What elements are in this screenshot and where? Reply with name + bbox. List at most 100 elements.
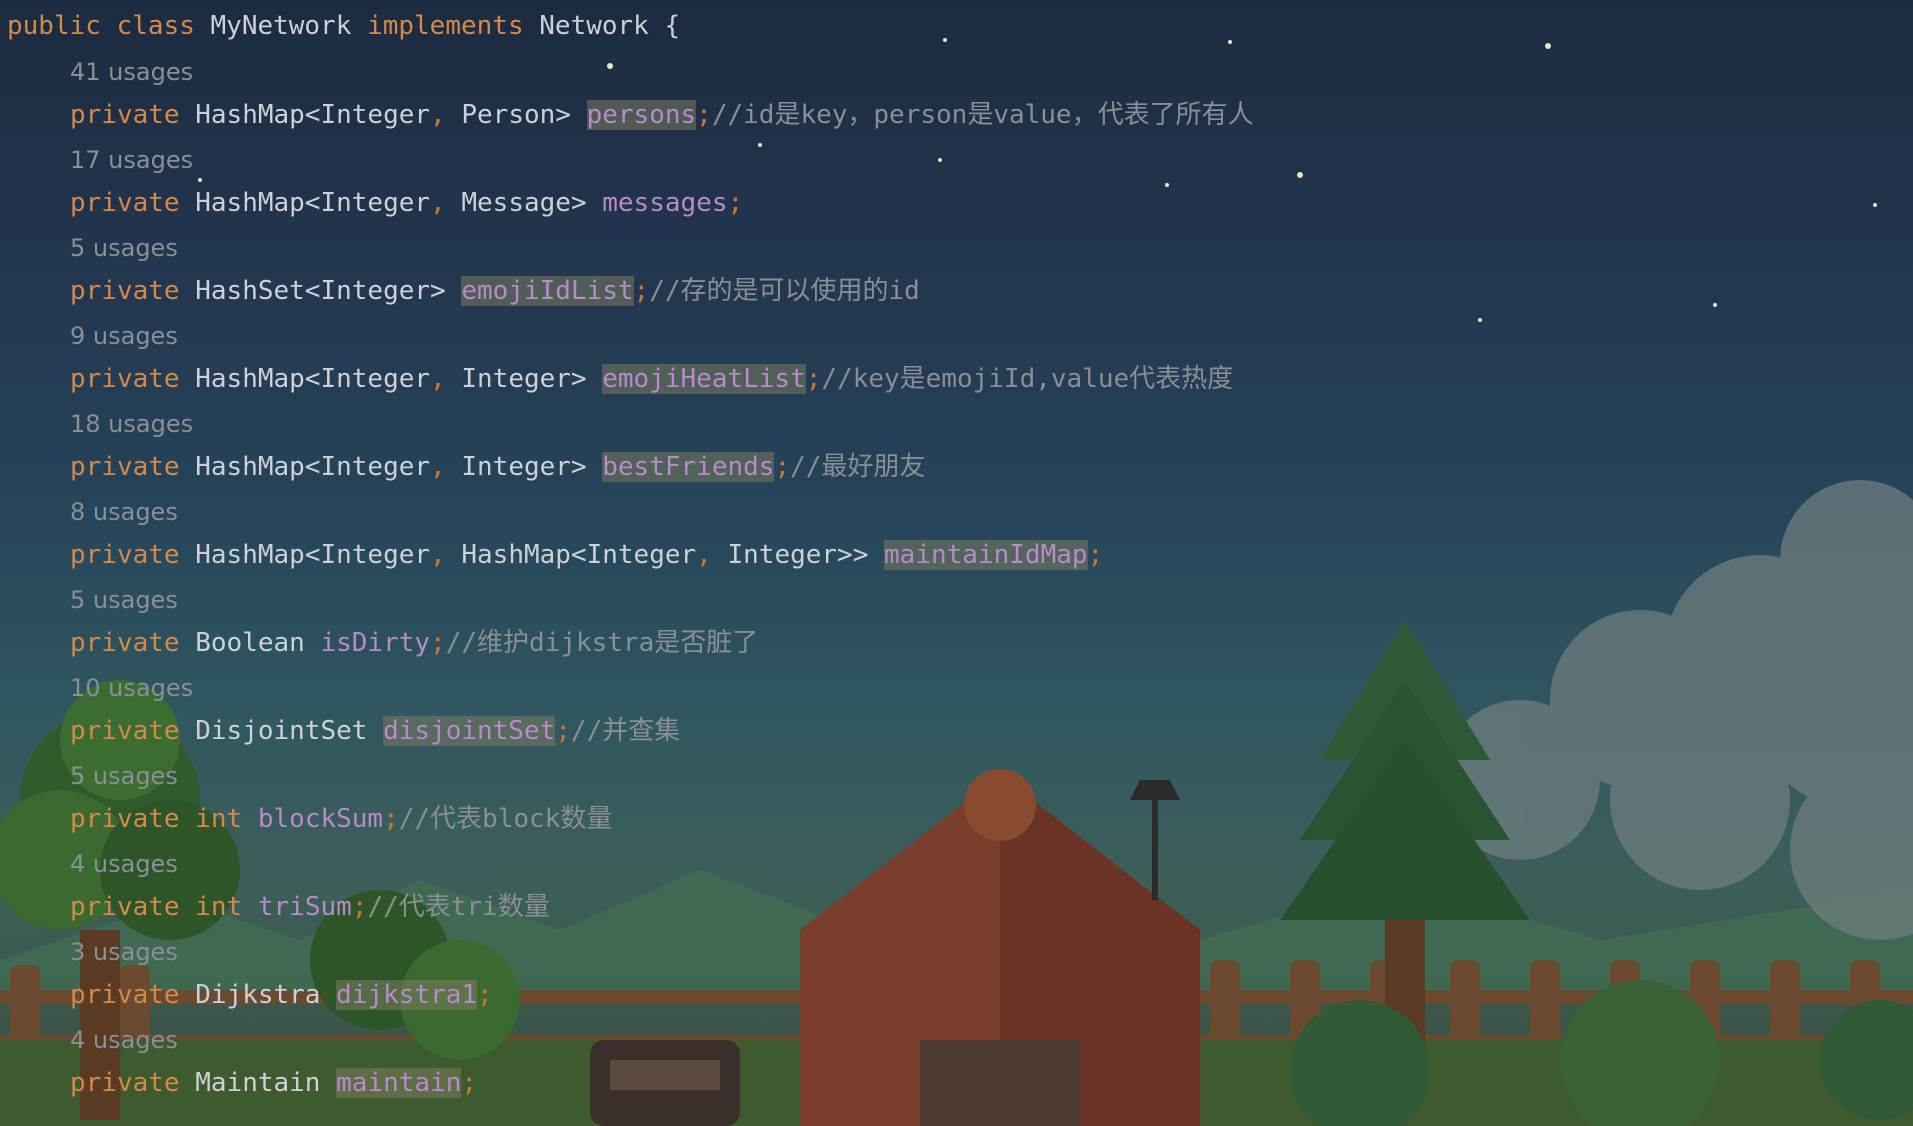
field-name[interactable]: emojiIdList <box>461 276 634 306</box>
class-name[interactable]: MyNetwork <box>211 11 352 41</box>
field-type: HashMap<Integer <box>195 100 431 130</box>
field-type: DisjointSet <box>195 716 368 746</box>
field-type: int <box>195 892 243 922</box>
comment: //id是key，person是value，代表了所有人 <box>711 100 1254 130</box>
semicolon: ; <box>696 100 712 130</box>
class-declaration-line[interactable]: public class MyNetwork implements Networ… <box>7 4 680 48</box>
usages-hint[interactable]: 4 usages <box>70 844 178 884</box>
modifier: private <box>70 892 180 922</box>
field-name[interactable]: dijkstra1 <box>336 980 478 1010</box>
comment: //代表tri数量 <box>367 892 550 922</box>
field-name[interactable]: isDirty <box>320 628 430 658</box>
semicolon: ; <box>477 980 493 1010</box>
field-name[interactable]: bestFriends <box>602 452 775 482</box>
field-line[interactable]: private DisjointSet disjointSet;//并查集 <box>70 709 680 753</box>
field-type: Person> <box>461 100 571 130</box>
type-comma: , <box>430 540 446 570</box>
modifier: private <box>70 628 180 658</box>
keyword-class: class <box>116 11 195 41</box>
type-comma: , <box>430 188 446 218</box>
type-comma: , <box>430 364 446 394</box>
modifier: private <box>70 100 180 130</box>
field-type: Maintain <box>195 1068 321 1098</box>
field-line[interactable]: private int blockSum;//代表block数量 <box>70 797 612 841</box>
field-type: HashMap<Integer <box>195 540 431 570</box>
field-line[interactable]: private HashMap<Integer, Integer> bestFr… <box>70 445 925 489</box>
comment: //并查集 <box>570 716 681 746</box>
semicolon: ; <box>727 188 744 218</box>
field-type: int <box>195 804 243 834</box>
semicolon: ; <box>430 628 446 658</box>
field-type: Integer> <box>461 364 587 394</box>
interface-name[interactable]: Network <box>539 11 649 41</box>
field-name[interactable]: emojiHeatList <box>602 364 806 394</box>
semicolon: ; <box>774 452 791 482</box>
usages-hint[interactable]: 5 usages <box>70 580 178 620</box>
field-type: Boolean <box>195 628 305 658</box>
modifier: private <box>70 980 180 1010</box>
field-type: Dijkstra <box>195 980 321 1010</box>
usages-hint[interactable]: 10 usages <box>70 668 193 708</box>
modifier: private <box>70 804 180 834</box>
usages-hint[interactable]: 5 usages <box>70 228 178 268</box>
field-name[interactable]: messages <box>602 188 727 218</box>
field-line[interactable]: private HashMap<Integer, HashMap<Integer… <box>70 533 1103 577</box>
field-line[interactable]: private Dijkstra dijkstra1; <box>70 973 493 1017</box>
semicolon: ; <box>1087 540 1104 570</box>
field-line[interactable]: private Boolean isDirty;//维护dijkstra是否脏了 <box>70 621 758 665</box>
semicolon: ; <box>461 1068 478 1098</box>
field-line[interactable]: private HashMap<Integer, Message> messag… <box>70 181 743 225</box>
field-type: Integer> <box>461 452 587 482</box>
type-comma: , <box>696 540 712 570</box>
field-name[interactable]: persons <box>586 100 697 130</box>
modifier: private <box>70 364 180 394</box>
usages-hint[interactable]: 4 usages <box>70 1020 178 1060</box>
modifier: private <box>70 276 180 306</box>
usages-hint[interactable]: 41 usages <box>70 52 193 92</box>
open-brace: { <box>664 11 681 41</box>
field-name[interactable]: triSum <box>258 892 352 922</box>
usages-hint[interactable]: 17 usages <box>70 140 193 180</box>
semicolon: ; <box>383 804 399 834</box>
comment: //最好朋友 <box>790 452 926 482</box>
field-name[interactable]: maintain <box>336 1068 462 1098</box>
field-type: Integer>> <box>727 540 869 570</box>
field-line[interactable]: private Maintain maintain; <box>70 1061 477 1105</box>
type-comma: , <box>430 452 446 482</box>
comment: //维护dijkstra是否脏了 <box>445 628 759 658</box>
usages-hint[interactable]: 9 usages <box>70 316 178 356</box>
field-type: HashMap<Integer <box>195 188 431 218</box>
field-line[interactable]: private HashSet<Integer> emojiIdList;//存… <box>70 269 920 313</box>
field-type: HashMap<Integer <box>195 452 431 482</box>
semicolon: ; <box>555 716 571 746</box>
field-type: HashSet<Integer> <box>195 276 446 306</box>
field-line[interactable]: private int triSum;//代表tri数量 <box>70 885 550 929</box>
field-name[interactable]: blockSum <box>258 804 383 834</box>
comment: //存的是可以使用的id <box>649 276 920 306</box>
field-type: HashMap<Integer <box>461 540 697 570</box>
modifier: private <box>70 540 180 570</box>
usages-hint[interactable]: 8 usages <box>70 492 178 532</box>
semicolon: ; <box>805 364 822 394</box>
type-comma: , <box>430 100 446 130</box>
code-editor[interactable]: public class MyNetwork implements Networ… <box>0 0 1913 1126</box>
keyword-implements: implements <box>367 11 524 41</box>
keyword-public: public <box>7 11 101 41</box>
semicolon: ; <box>351 892 368 922</box>
usages-hint[interactable]: 18 usages <box>70 404 193 444</box>
comment: //代表block数量 <box>398 804 613 834</box>
usages-hint[interactable]: 5 usages <box>70 756 178 796</box>
field-line[interactable]: private HashMap<Integer, Integer> emojiH… <box>70 357 1233 401</box>
semicolon: ; <box>633 276 650 306</box>
comment: //key是emojiId,value代表热度 <box>821 364 1234 394</box>
field-type: Message> <box>461 188 587 218</box>
usages-hint[interactable]: 3 usages <box>70 932 178 972</box>
field-line[interactable]: private HashMap<Integer, Person> persons… <box>70 93 1254 137</box>
modifier: private <box>70 1068 180 1098</box>
field-type: HashMap<Integer <box>195 364 431 394</box>
modifier: private <box>70 452 180 482</box>
modifier: private <box>70 188 180 218</box>
modifier: private <box>70 716 180 746</box>
field-name[interactable]: maintainIdMap <box>884 540 1088 570</box>
field-name[interactable]: disjointSet <box>383 716 556 746</box>
